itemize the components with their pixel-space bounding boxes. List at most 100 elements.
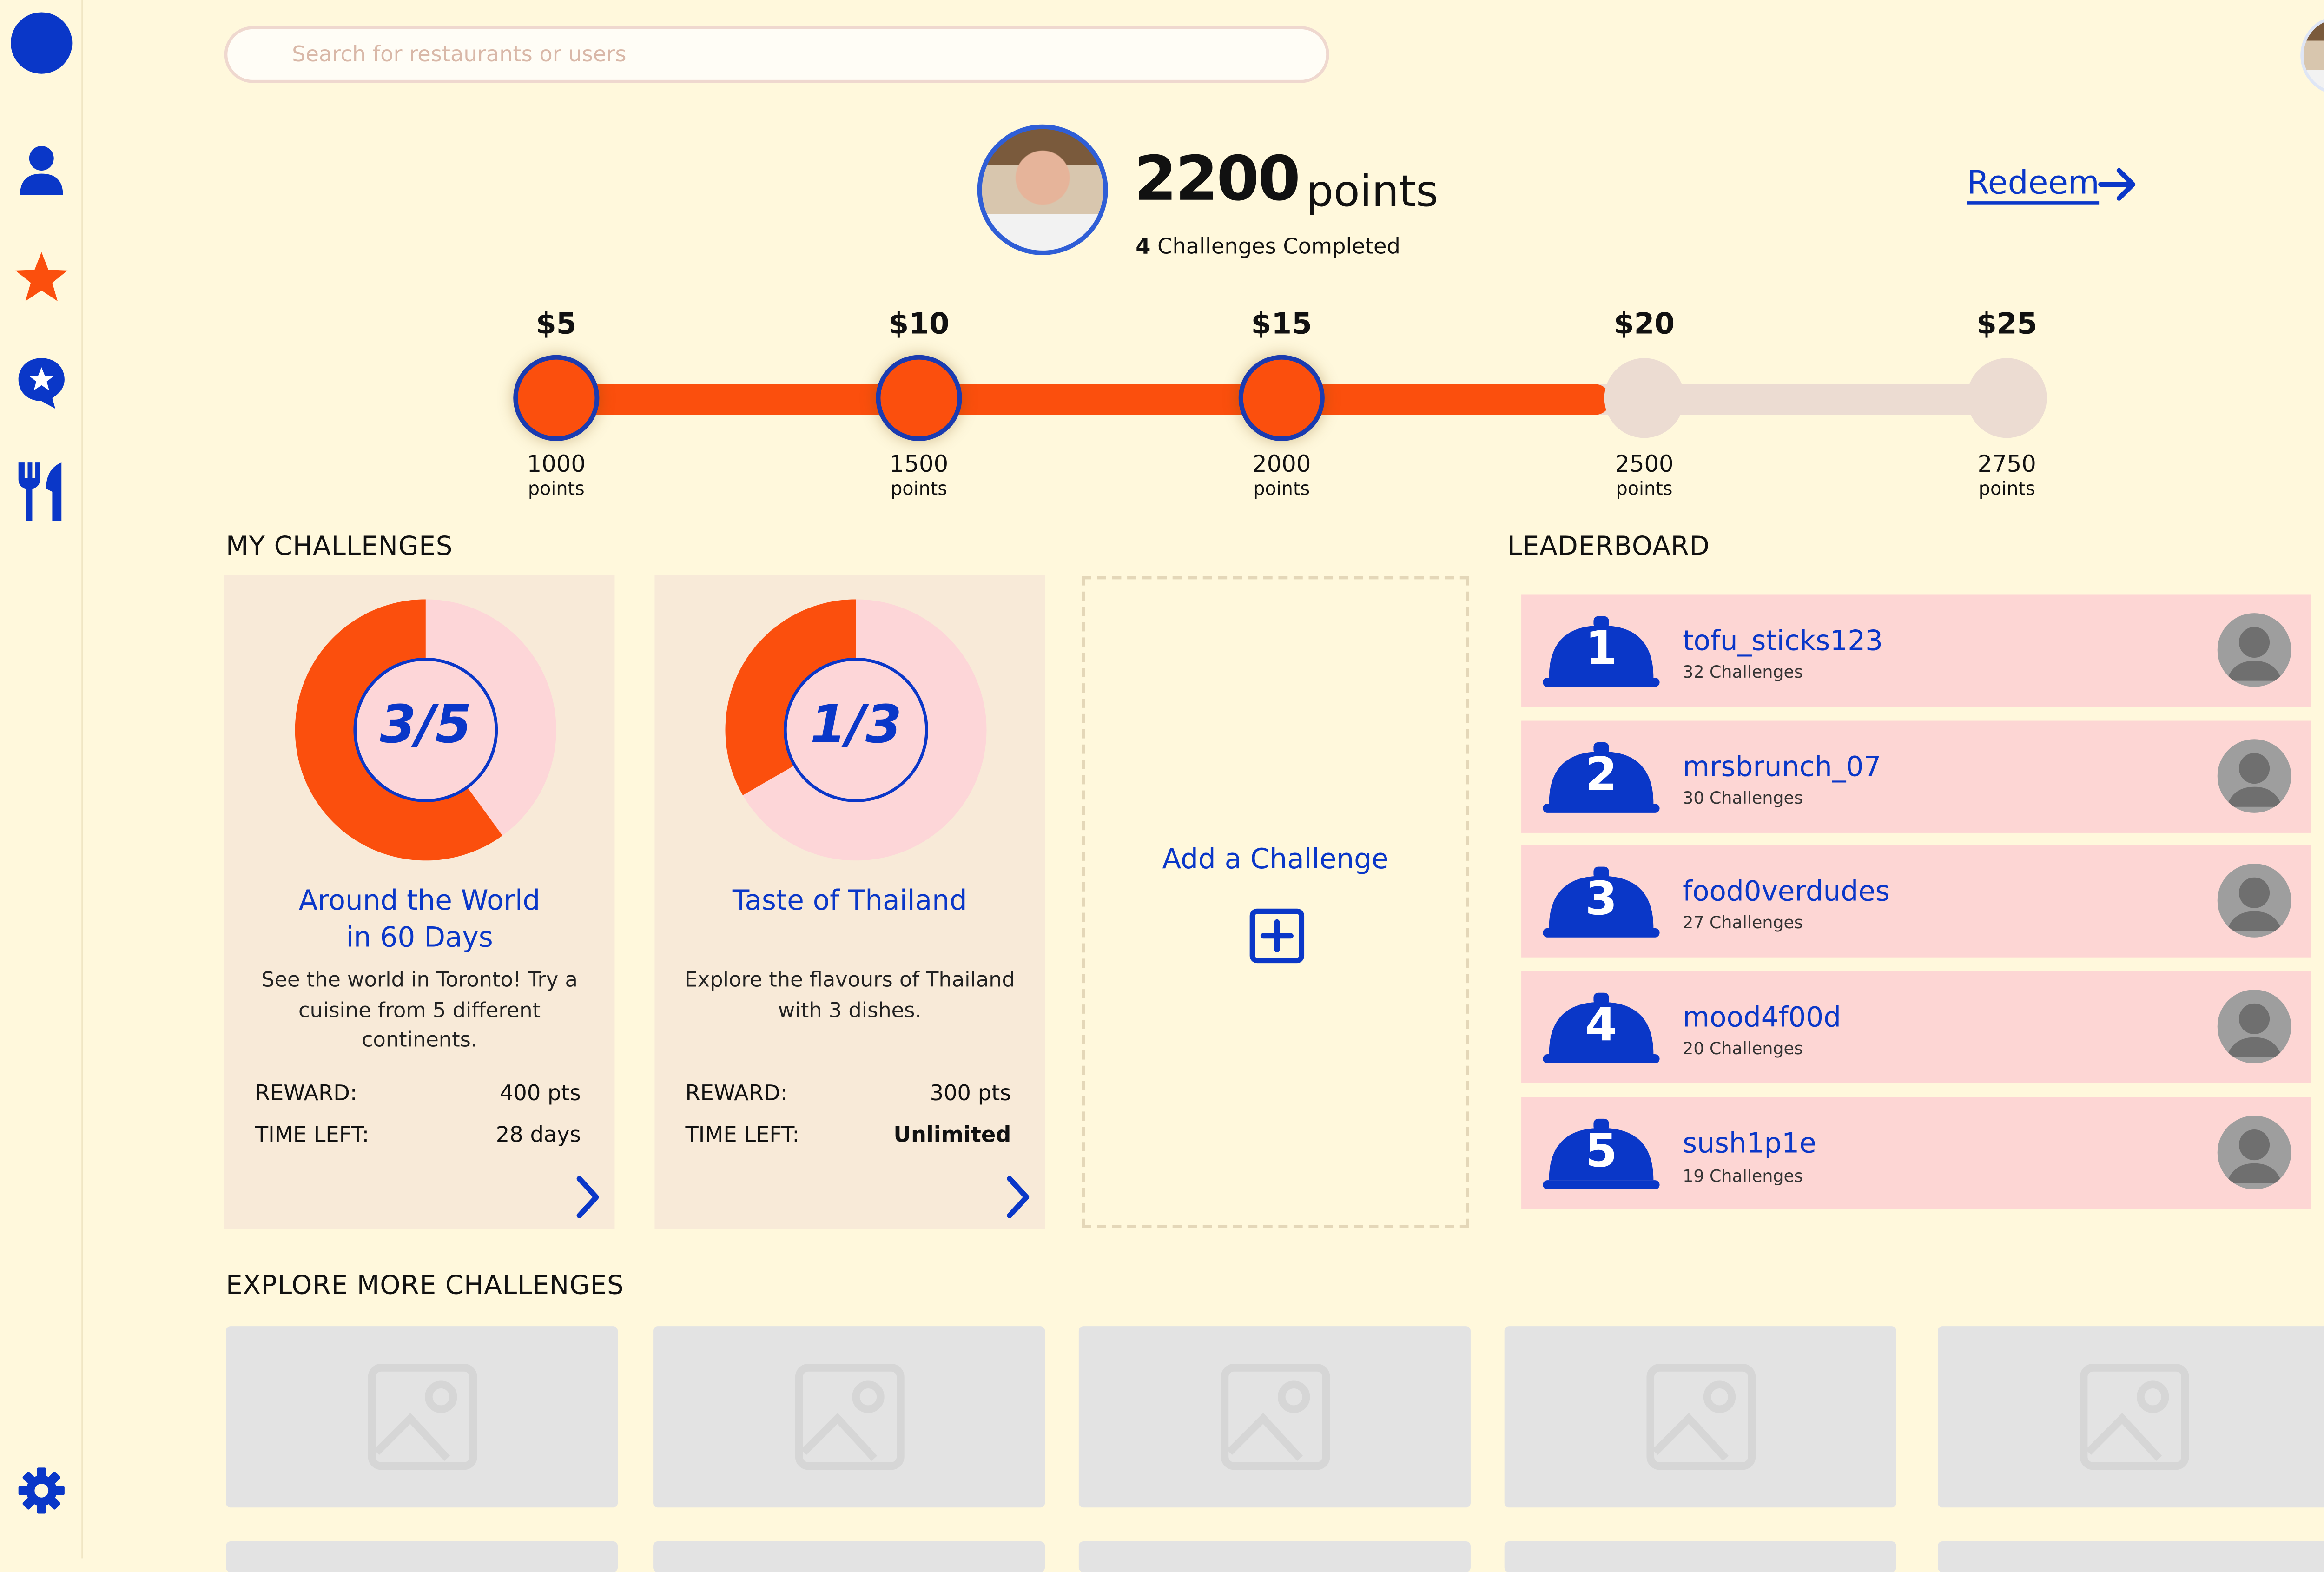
rank-number: 5: [1585, 1125, 1618, 1179]
my-challenges-title: MY CHALLENGES: [225, 531, 453, 563]
challenge-card[interactable]: 3/5 Around the World in 60 Days See the …: [224, 575, 615, 1229]
leaderboard-row[interactable]: 4 mood4f00d 20 Challenges: [1521, 971, 2311, 1083]
restaurant-icon[interactable]: [0, 461, 81, 522]
image-placeholder-icon: [367, 1363, 478, 1477]
time-left-label: TIME LEFT:: [255, 1123, 370, 1148]
default-avatar-icon[interactable]: [2217, 1116, 2291, 1189]
reward-value: 400 pts: [500, 1082, 581, 1106]
milestone-points: 1000: [527, 450, 586, 478]
reward-value: 300 pts: [930, 1082, 1011, 1106]
challenges-completed: 4 Challenges Completed: [1136, 235, 1400, 260]
explore-challenge-card[interactable]: [1937, 1541, 2324, 1572]
explore-challenge-card[interactable]: [1504, 1541, 1896, 1572]
default-avatar-icon[interactable]: [2217, 864, 2291, 938]
chevron-right-icon[interactable]: [572, 1174, 602, 1226]
milestone-points: 2500: [1615, 450, 1674, 478]
leaderboard-challenge-count: 19 Challenges: [1683, 1166, 1803, 1187]
image-placeholder-icon: [2079, 1363, 2190, 1477]
app-logo[interactable]: [11, 12, 73, 74]
challenge-progress-label: 1/3: [810, 694, 902, 756]
image-placeholder-icon: [1220, 1363, 1331, 1477]
default-avatar-icon[interactable]: [2217, 739, 2291, 813]
challenge-desc-line: cuisine from 5 different: [298, 998, 541, 1023]
milestone-node: [1967, 358, 2047, 438]
leaderboard-challenge-count: 30 Challenges: [1683, 788, 1803, 809]
gear-icon[interactable]: [0, 1466, 81, 1515]
leaderboard-username[interactable]: food0verdudes: [1683, 876, 1890, 908]
completed-label: Challenges Completed: [1157, 235, 1400, 260]
milestone-points-unit: points: [1978, 478, 2035, 500]
milestone-price: $20: [1613, 307, 1675, 341]
explore-challenge-card[interactable]: [653, 1326, 1045, 1508]
reward-label: REWARD:: [685, 1082, 788, 1107]
leaderboard-username[interactable]: sush1p1e: [1683, 1128, 1816, 1160]
leaderboard-username[interactable]: mrsbrunch_07: [1683, 752, 1881, 784]
challenge-card[interactable]: 1/3 Taste of Thailand Explore the flavou…: [654, 575, 1045, 1229]
milestone-node: [1604, 358, 1684, 438]
explore-title: EXPLORE MORE CHALLENGES: [225, 1271, 624, 1302]
explore-challenge-card[interactable]: [225, 1541, 618, 1572]
add-challenge-label: Add a Challenge: [1162, 844, 1389, 876]
plus-square-icon[interactable]: [1248, 907, 1307, 971]
challenge-title-line: in 60 Days: [346, 922, 493, 955]
profile-avatar: [977, 124, 1108, 255]
milestone-points: 1500: [889, 450, 949, 478]
milestone-price: $15: [1251, 307, 1312, 341]
search-input[interactable]: Search for restaurants or users: [224, 26, 1329, 83]
chevron-right-icon[interactable]: [1002, 1174, 1033, 1226]
milestone-node: [1238, 355, 1325, 441]
time-left-unit: days: [530, 1123, 581, 1148]
explore-challenge-card[interactable]: [1078, 1541, 1471, 1572]
explore-challenge-card[interactable]: [225, 1326, 618, 1508]
star-icon[interactable]: [0, 251, 81, 303]
image-placeholder-icon: [1646, 1363, 1756, 1477]
milestone-node: [513, 355, 600, 441]
search-placeholder: Search for restaurants or users: [292, 42, 627, 67]
rank-number: 2: [1585, 748, 1618, 802]
points-label: points: [1306, 166, 1439, 217]
explore-challenge-card[interactable]: [1504, 1326, 1896, 1508]
default-avatar-icon[interactable]: [2217, 613, 2291, 687]
add-challenge-card[interactable]: Add a Challenge: [1082, 576, 1469, 1228]
rank-number: 1: [1585, 622, 1618, 676]
challenge-title[interactable]: Around the World in 60 Days: [224, 884, 615, 958]
time-left-value: Unlimited: [893, 1123, 1011, 1148]
leaderboard-username[interactable]: tofu_sticks123: [1683, 626, 1883, 658]
leaderboard-title: LEADERBOARD: [1507, 531, 1710, 563]
rank-number: 3: [1585, 872, 1618, 927]
sidebar: [0, 0, 83, 1559]
leaderboard-challenge-count: 27 Challenges: [1683, 912, 1803, 933]
milestone-price: $5: [536, 307, 577, 341]
time-left-label: TIME LEFT:: [685, 1123, 799, 1148]
challenge-desc-line: Explore the flavours of Thailand: [684, 968, 1015, 993]
default-avatar-icon[interactable]: [2217, 990, 2291, 1063]
user-avatar[interactable]: [2300, 15, 2324, 95]
milestone-points-unit: points: [891, 478, 947, 500]
milestone-points: 2000: [1252, 450, 1311, 478]
reward-points: 300: [930, 1082, 971, 1107]
arrow-right-icon[interactable]: [2096, 163, 2139, 212]
reward-unit: pts: [977, 1082, 1011, 1107]
explore-challenge-card[interactable]: [653, 1541, 1045, 1572]
leaderboard-row[interactable]: 2 mrsbrunch_07 30 Challenges: [1521, 720, 2311, 833]
challenge-desc-line: with 3 dishes.: [778, 998, 922, 1023]
leaderboard-username[interactable]: mood4f00d: [1683, 1002, 1841, 1034]
redeem-link[interactable]: Redeem: [1967, 165, 2100, 205]
explore-challenge-card[interactable]: [1078, 1326, 1471, 1508]
rank-number: 4: [1585, 998, 1618, 1053]
reward-label: REWARD:: [255, 1082, 357, 1107]
profile-icon[interactable]: [0, 145, 81, 197]
explore-challenge-card[interactable]: [1937, 1326, 2324, 1508]
leaderboard-row[interactable]: 1 tofu_sticks123 32 Challenges: [1521, 594, 2311, 707]
leaderboard-challenge-count: 32 Challenges: [1683, 662, 1803, 682]
challenge-title[interactable]: Taste of Thailand: [654, 884, 1045, 920]
reward-unit: pts: [548, 1082, 581, 1107]
image-placeholder-icon: [794, 1363, 905, 1477]
challenge-description: See the world in Toronto! Try a cuisine …: [224, 967, 615, 1057]
challenge-description: Explore the flavours of Thailand with 3 …: [654, 967, 1045, 1027]
completed-count: 4: [1136, 235, 1151, 260]
leaderboard-row[interactable]: 5 sush1p1e 19 Challenges: [1521, 1097, 2311, 1209]
leaderboard-row[interactable]: 3 food0verdudes 27 Challenges: [1521, 845, 2311, 958]
review-star-icon[interactable]: [0, 355, 81, 410]
challenge-title-line: Around the World: [298, 885, 541, 918]
